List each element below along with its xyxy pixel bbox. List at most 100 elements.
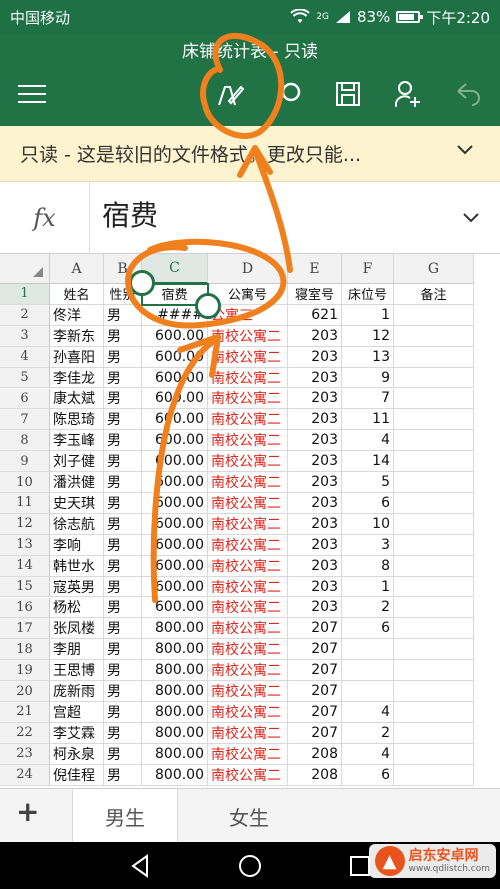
cell-b16[interactable]: 男 [104,597,142,619]
cell-c6[interactable]: 600.00 [142,388,208,410]
row-header[interactable]: 15 [0,576,50,598]
row-header[interactable]: 2 [0,304,50,326]
cell-a13[interactable]: 李响 [50,534,104,556]
cell-f19[interactable] [342,660,394,682]
cell-g2[interactable] [394,304,474,326]
cell-b20[interactable]: 男 [104,681,142,702]
chevron-down-icon[interactable] [462,208,480,226]
cell-g4[interactable] [394,346,474,368]
cell-d10[interactable]: 南校公寓二 [208,472,288,493]
cell-f6[interactable]: 7 [342,388,394,410]
cell-b19[interactable]: 男 [104,660,142,682]
row-header[interactable]: 23 [0,743,50,765]
selection-handle-end[interactable] [195,292,221,319]
cell-g14[interactable] [394,555,474,577]
row-header[interactable]: 10 [0,472,50,493]
cell-c7[interactable]: 600.00 [142,409,208,431]
cell-e15[interactable]: 203 [288,576,342,598]
cell-d17[interactable]: 南校公寓二 [208,618,288,640]
cell-c21[interactable]: 800.00 [142,702,208,723]
cell-g1[interactable]: 备注 [394,284,474,305]
cell-e11[interactable]: 203 [288,493,342,514]
row-header[interactable]: 4 [0,346,50,368]
read-only-banner[interactable]: 只读 - 这是较旧的文件格式。更改只能... [0,126,500,182]
cell-a7[interactable]: 陈思琦 [50,409,104,431]
cell-c15[interactable]: 600.00 [142,576,208,598]
cell-f8[interactable]: 4 [342,430,394,452]
cell-g10[interactable] [394,472,474,493]
cell-c8[interactable]: 600.00 [142,430,208,452]
cell-g21[interactable] [394,702,474,723]
cell-a4[interactable]: 孙喜阳 [50,346,104,368]
cell-b17[interactable]: 男 [104,618,142,640]
cell-f7[interactable]: 11 [342,409,394,431]
row-header[interactable]: 11 [0,493,50,514]
cell-c12[interactable]: 600.00 [142,513,208,535]
cell-f17[interactable]: 6 [342,618,394,640]
cell-a14[interactable]: 韩世水 [50,555,104,577]
cell-e13[interactable]: 203 [288,534,342,556]
cell-d13[interactable]: 南校公寓二 [208,534,288,556]
cell-e9[interactable]: 203 [288,451,342,473]
cell-b7[interactable]: 男 [104,409,142,431]
cell-d4[interactable]: 南校公寓二 [208,346,288,368]
cell-f4[interactable]: 13 [342,346,394,368]
cell-g13[interactable] [394,534,474,556]
tab-sheet-2[interactable]: 女生 [196,789,302,843]
selection-handle-start[interactable] [129,270,155,296]
row-header[interactable]: 14 [0,555,50,577]
row-header[interactable]: 16 [0,597,50,619]
cell-d23[interactable]: 南校公寓二 [208,743,288,765]
chevron-down-icon[interactable] [456,140,474,158]
row-header[interactable]: 3 [0,325,50,347]
cell-f15[interactable]: 1 [342,576,394,598]
cell-g16[interactable] [394,597,474,619]
row-header[interactable]: 9 [0,451,50,473]
cell-f2[interactable]: 1 [342,304,394,326]
cell-b21[interactable]: 男 [104,702,142,723]
cell-g5[interactable] [394,367,474,389]
cell-b9[interactable]: 男 [104,451,142,473]
cell-b10[interactable]: 男 [104,472,142,493]
row-header[interactable]: 19 [0,660,50,682]
row-header[interactable]: 22 [0,722,50,744]
cell-e17[interactable]: 207 [288,618,342,640]
cell-d11[interactable]: 南校公寓二 [208,493,288,514]
cell-b13[interactable]: 男 [104,534,142,556]
cell-b23[interactable]: 男 [104,743,142,765]
cell-g12[interactable] [394,513,474,535]
cell-b4[interactable]: 男 [104,346,142,368]
cell-f20[interactable] [342,681,394,702]
column-header-d[interactable]: D [208,254,288,284]
row-header[interactable]: 24 [0,764,50,786]
cell-f9[interactable]: 14 [342,451,394,473]
cell-a2[interactable]: 佟洋 [50,304,104,326]
cell-a22[interactable]: 李艾霖 [50,722,104,744]
cell-b24[interactable]: 男 [104,764,142,786]
row-header[interactable]: 17 [0,618,50,640]
cell-c14[interactable]: 600.00 [142,555,208,577]
cell-f14[interactable]: 8 [342,555,394,577]
cell-g24[interactable] [394,764,474,786]
search-button[interactable] [274,76,310,112]
cell-b22[interactable]: 男 [104,722,142,744]
row-header[interactable]: 12 [0,513,50,535]
cell-d24[interactable]: 南校公寓二 [208,764,288,786]
cell-a24[interactable]: 倪佳程 [50,764,104,786]
row-header[interactable]: 5 [0,367,50,389]
row-header[interactable]: 13 [0,534,50,556]
cell-f21[interactable]: 4 [342,702,394,723]
row-header[interactable]: 18 [0,639,50,661]
column-header-e[interactable]: E [288,254,342,284]
cell-d20[interactable]: 南校公寓二 [208,681,288,702]
cell-f1[interactable]: 床位号 [342,284,394,305]
cell-e4[interactable]: 203 [288,346,342,368]
cell-e20[interactable]: 207 [288,681,342,702]
cell-e18[interactable]: 207 [288,639,342,661]
cell-b12[interactable]: 男 [104,513,142,535]
cell-d5[interactable]: 南校公寓二 [208,367,288,389]
cell-e3[interactable]: 203 [288,325,342,347]
cell-c13[interactable]: 600.00 [142,534,208,556]
cell-b6[interactable]: 男 [104,388,142,410]
cell-b14[interactable]: 男 [104,555,142,577]
